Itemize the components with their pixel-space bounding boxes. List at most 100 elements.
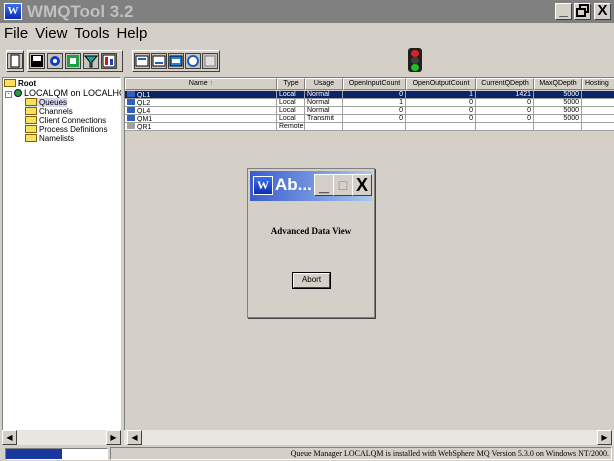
title-bar[interactable]: W WMQTool 3.2 _ X (0, 0, 614, 23)
minimize-button[interactable]: _ (555, 3, 572, 20)
cell-max (534, 123, 582, 131)
cell-max: 5000 (534, 91, 582, 99)
cell-max: 5000 (534, 99, 582, 107)
cell-host (582, 99, 614, 107)
local-queue-icon (127, 91, 135, 97)
tree-horizontal-scrollbar[interactable]: ◀ ▶ (2, 430, 121, 445)
scroll-right-icon[interactable]: ▶ (597, 430, 612, 445)
small-icons-icon[interactable] (151, 53, 167, 69)
queue-name: QL1 (137, 92, 151, 99)
tree-label: Namelists (39, 134, 75, 143)
dialog-app-icon[interactable]: W (253, 176, 273, 195)
cell-type: Local (277, 107, 305, 115)
app-icon[interactable]: W (4, 3, 22, 20)
export-icon[interactable] (65, 53, 81, 69)
cell-max: 5000 (534, 107, 582, 115)
cell-type: Local (277, 99, 305, 107)
cell-out: 0 (406, 115, 476, 123)
column-header-currentqdepth[interactable]: CurrentQDepth (476, 78, 534, 90)
dialog-maximize-button[interactable]: □ (333, 174, 353, 196)
column-header-openinputcount[interactable]: OpenInputCount (343, 78, 406, 90)
save-icon[interactable] (29, 53, 45, 69)
table-row[interactable]: QL1 Local Normal 0 1 1421 5000 (125, 91, 614, 99)
cell-in: 0 (343, 107, 406, 115)
scroll-left-icon[interactable]: ◀ (2, 430, 17, 445)
grid-horizontal-scrollbar[interactable]: ◀ ▶ (124, 430, 614, 445)
folder-icon (25, 107, 37, 115)
cell-name: QL4 (125, 107, 277, 115)
column-header-name[interactable]: Name ↑ (125, 78, 277, 90)
properties-icon[interactable] (202, 53, 218, 69)
tree-node-namelists[interactable]: Namelists (25, 134, 74, 143)
dialog-minimize-button[interactable]: _ (314, 174, 334, 196)
column-header-maxqdepth[interactable]: MaxQDepth (534, 78, 582, 90)
column-header-openoutputcount[interactable]: OpenOutputCount (406, 78, 476, 90)
menu-view[interactable]: View (31, 23, 70, 45)
tree-node-channels[interactable]: Channels (25, 107, 73, 116)
advanced-data-view-dialog[interactable]: W Ab... _ □ X Advanced Data View Abort (247, 168, 375, 318)
queue-name: QR1 (137, 124, 152, 131)
scroll-right-icon[interactable]: ▶ (106, 430, 121, 445)
cell-out: 0 (406, 107, 476, 115)
cell-type: Local (277, 91, 305, 99)
dialog-close-button[interactable]: X (352, 174, 372, 196)
cell-name: QL1 (125, 91, 277, 99)
dialog-title: Ab... (275, 175, 312, 194)
report-icon[interactable] (101, 53, 117, 69)
local-queue-icon (127, 107, 135, 113)
list-view-icon[interactable] (168, 53, 184, 69)
local-queue-icon (127, 115, 135, 121)
maximize-button[interactable] (574, 3, 591, 20)
toolbar-group-view (132, 50, 220, 72)
traffic-light-icon (408, 48, 422, 72)
cell-in: 0 (343, 91, 406, 99)
column-label: Name (188, 80, 208, 87)
scroll-left-icon[interactable]: ◀ (127, 430, 142, 445)
collapse-icon: - (5, 91, 12, 98)
table-row[interactable]: QM1 Local Transmit 0 0 0 5000 (125, 115, 614, 123)
cell-out: 0 (406, 99, 476, 107)
column-header-usage[interactable]: Usage (305, 78, 343, 90)
status-bar: 55% Queue Manager LOCALQM is installed w… (0, 446, 614, 461)
queue-name: QL4 (137, 108, 151, 115)
remote-queue-icon (127, 123, 135, 129)
local-queue-icon (127, 99, 135, 105)
queue-name: QM1 (137, 116, 153, 123)
column-header-hosting[interactable]: Hosting (582, 78, 614, 90)
new-icon[interactable] (7, 53, 23, 69)
tree-node-queues[interactable]: Queues (25, 98, 68, 107)
queue-manager-icon (14, 89, 22, 97)
cell-in (343, 123, 406, 131)
cell-usage: Normal (305, 107, 343, 115)
tree-node-client-connections[interactable]: Client Connections (25, 116, 106, 125)
close-button[interactable]: X (594, 3, 611, 20)
tree-node-process-definitions[interactable]: Process Definitions (25, 125, 107, 134)
menu-help[interactable]: Help (112, 23, 150, 45)
refresh-icon[interactable] (47, 53, 63, 69)
cell-host (582, 123, 614, 131)
abort-button[interactable]: Abort (292, 272, 331, 289)
column-header-type[interactable]: Type (277, 78, 305, 90)
queue-name: QL2 (137, 100, 151, 107)
tree-node-root[interactable]: Root (4, 79, 36, 88)
dialog-title-bar[interactable]: W Ab... _ □ X (250, 171, 372, 201)
tree-node-qmgr[interactable]: - LOCALQM on LOCALHO (5, 89, 126, 98)
cell-type: Local (277, 115, 305, 123)
tree-label: Root (18, 79, 37, 88)
table-row[interactable]: QR1 Remote (125, 123, 614, 131)
cell-depth: 0 (476, 99, 534, 107)
filter-icon[interactable] (83, 53, 99, 69)
table-row[interactable]: QL2 Local Normal 1 0 0 5000 (125, 99, 614, 107)
large-icons-icon[interactable] (134, 53, 150, 69)
menu-tools[interactable]: Tools (70, 23, 112, 45)
green-light-icon (411, 64, 419, 71)
tree-label: LOCALQM on LOCALHO (24, 88, 127, 98)
detail-view-icon[interactable] (185, 53, 201, 69)
table-row[interactable]: QL4 Local Normal 0 0 0 5000 (125, 107, 614, 115)
cell-depth: 0 (476, 107, 534, 115)
cell-max: 5000 (534, 115, 582, 123)
cell-usage (305, 123, 343, 131)
cell-name: QM1 (125, 115, 277, 123)
menu-file[interactable]: File (0, 23, 31, 45)
object-tree[interactable]: Root - LOCALQM on LOCALHO Queues Channels… (2, 77, 126, 445)
